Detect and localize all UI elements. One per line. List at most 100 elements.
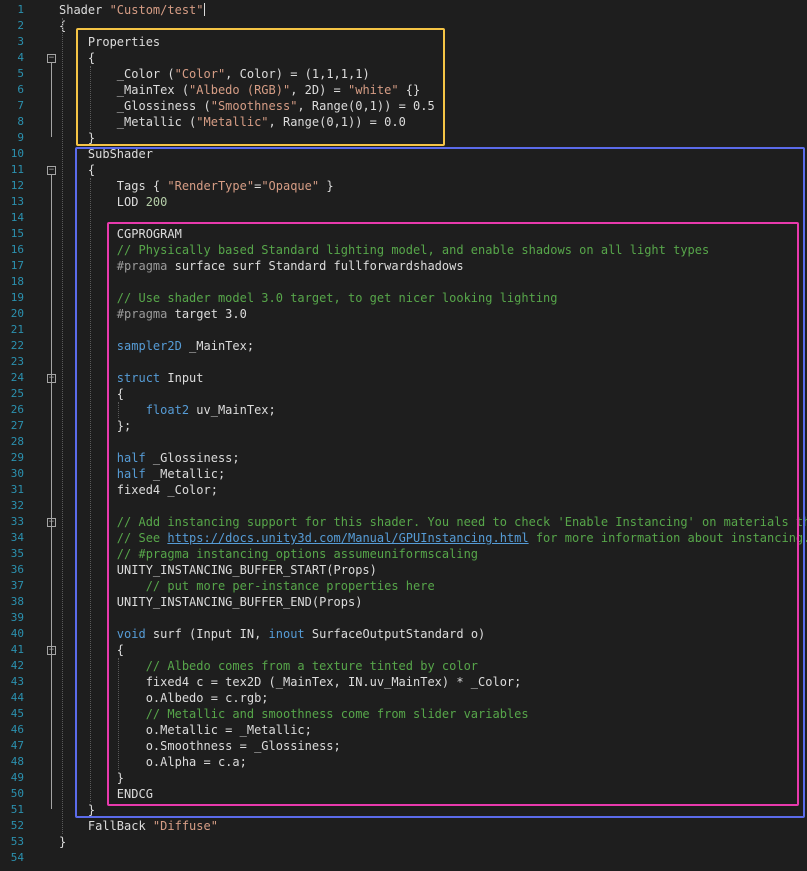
code-line[interactable]: 26 float2 uv_MainTex;	[0, 402, 807, 418]
line-code[interactable]: // Physically based Standard lighting mo…	[59, 242, 709, 258]
code-line[interactable]: 54	[0, 850, 807, 866]
code-line[interactable]: 8 _Metallic ("Metallic", Range(0,1)) = 0…	[0, 114, 807, 130]
code-line[interactable]: 53}	[0, 834, 807, 850]
code-line[interactable]: 23	[0, 354, 807, 370]
line-code[interactable]: o.Metallic = _Metallic;	[59, 722, 312, 738]
line-code[interactable]: {	[59, 162, 95, 178]
code-line[interactable]: 43 fixed4 c = tex2D (_MainTex, IN.uv_Mai…	[0, 674, 807, 690]
line-code[interactable]: // See https://docs.unity3d.com/Manual/G…	[59, 530, 807, 546]
line-code[interactable]: half _Glossiness;	[59, 450, 240, 466]
code-line[interactable]: 24 struct Input	[0, 370, 807, 386]
code-line[interactable]: 48 o.Alpha = c.a;	[0, 754, 807, 770]
code-line[interactable]: 5 _Color ("Color", Color) = (1,1,1,1)	[0, 66, 807, 82]
line-code[interactable]: ENDCG	[59, 786, 153, 802]
code-line[interactable]: 42 // Albedo comes from a texture tinted…	[0, 658, 807, 674]
line-code[interactable]: FallBack "Diffuse"	[59, 818, 218, 834]
code-line[interactable]: 52 FallBack "Diffuse"	[0, 818, 807, 834]
line-code[interactable]: _MainTex ("Albedo (RGB)", 2D) = "white" …	[59, 82, 420, 98]
line-code[interactable]: // Add instancing support for this shade…	[59, 514, 807, 530]
code-line[interactable]: 36 UNITY_INSTANCING_BUFFER_START(Props)	[0, 562, 807, 578]
code-line[interactable]: 31 fixed4 _Color;	[0, 482, 807, 498]
code-line[interactable]: 9 }	[0, 130, 807, 146]
code-line[interactable]: 32	[0, 498, 807, 514]
line-code[interactable]: struct Input	[59, 370, 204, 386]
line-code[interactable]: }	[59, 770, 124, 786]
line-code[interactable]: sampler2D _MainTex;	[59, 338, 254, 354]
code-line[interactable]: 21	[0, 322, 807, 338]
code-line[interactable]: 34 // See https://docs.unity3d.com/Manua…	[0, 530, 807, 546]
code-line[interactable]: 44 o.Albedo = c.rgb;	[0, 690, 807, 706]
code-line[interactable]: 39	[0, 610, 807, 626]
code-editor[interactable]: 1 Shader "Custom/test" 2{3 Properties 4 {5 …	[0, 0, 807, 871]
code-line[interactable]: 7 _Glossiness ("Smoothness", Range(0,1))…	[0, 98, 807, 114]
code-line[interactable]: 22 sampler2D _MainTex;	[0, 338, 807, 354]
code-line[interactable]: 25 {	[0, 386, 807, 402]
code-line[interactable]: 11 {	[0, 162, 807, 178]
code-line[interactable]: 38 UNITY_INSTANCING_BUFFER_END(Props)	[0, 594, 807, 610]
code-line[interactable]: 19 // Use shader model 3.0 target, to ge…	[0, 290, 807, 306]
line-code[interactable]: #pragma surface surf Standard fullforwar…	[59, 258, 464, 274]
line-code[interactable]: {	[59, 642, 124, 658]
code-line[interactable]: 15 CGPROGRAM	[0, 226, 807, 242]
code-line[interactable]: 28	[0, 434, 807, 450]
code-line[interactable]: 46 o.Metallic = _Metallic;	[0, 722, 807, 738]
code-line[interactable]: 27 };	[0, 418, 807, 434]
line-code[interactable]: half _Metallic;	[59, 466, 225, 482]
collapse-icon[interactable]: −	[47, 54, 56, 63]
line-code[interactable]: float2 uv_MainTex;	[59, 402, 276, 418]
line-code[interactable]: _Metallic ("Metallic", Range(0,1)) = 0.0	[59, 114, 406, 130]
code-line[interactable]: 17 #pragma surface surf Standard fullfor…	[0, 258, 807, 274]
line-code[interactable]: fixed4 _Color;	[59, 482, 218, 498]
line-code[interactable]: void surf (Input IN, inout SurfaceOutput…	[59, 626, 485, 642]
line-code[interactable]: o.Smoothness = _Glossiness;	[59, 738, 341, 754]
line-code[interactable]: }	[59, 802, 95, 818]
line-code[interactable]: _Color ("Color", Color) = (1,1,1,1)	[59, 66, 370, 82]
code-line[interactable]: 35 // #pragma instancing_options assumeu…	[0, 546, 807, 562]
code-line[interactable]: 50 ENDCG	[0, 786, 807, 802]
code-line[interactable]: 20 #pragma target 3.0	[0, 306, 807, 322]
line-code[interactable]: // put more per-instance properties here	[59, 578, 435, 594]
code-line[interactable]: 10 SubShader	[0, 146, 807, 162]
collapse-icon[interactable]: −	[47, 646, 56, 655]
collapse-icon[interactable]: −	[47, 166, 56, 175]
code-line[interactable]: 29 half _Glossiness;	[0, 450, 807, 466]
collapse-icon[interactable]: −	[47, 374, 56, 383]
code-line[interactable]: 18	[0, 274, 807, 290]
line-code[interactable]: {	[59, 386, 124, 402]
line-code[interactable]: {	[59, 50, 95, 66]
code-line[interactable]: 45 // Metallic and smoothness come from …	[0, 706, 807, 722]
line-code[interactable]: #pragma target 3.0	[59, 306, 247, 322]
code-line[interactable]: 30 half _Metallic;	[0, 466, 807, 482]
code-line[interactable]: 2{	[0, 18, 807, 34]
line-code[interactable]: // #pragma instancing_options assumeunif…	[59, 546, 478, 562]
code-line[interactable]: 6 _MainTex ("Albedo (RGB)", 2D) = "white…	[0, 82, 807, 98]
code-line[interactable]: 40 void surf (Input IN, inout SurfaceOut…	[0, 626, 807, 642]
code-line[interactable]: 49 }	[0, 770, 807, 786]
line-code[interactable]: SubShader	[59, 146, 153, 162]
code-line[interactable]: 12 Tags { "RenderType"="Opaque" }	[0, 178, 807, 194]
code-line[interactable]: 51 }	[0, 802, 807, 818]
collapse-icon[interactable]: −	[47, 518, 56, 527]
line-code[interactable]: // Metallic and smoothness come from sli…	[59, 706, 529, 722]
line-code[interactable]: Shader "Custom/test"	[59, 2, 205, 18]
line-code[interactable]: o.Alpha = c.a;	[59, 754, 247, 770]
line-code[interactable]: _Glossiness ("Smoothness", Range(0,1)) =…	[59, 98, 435, 114]
code-line[interactable]: 14	[0, 210, 807, 226]
line-code[interactable]: CGPROGRAM	[59, 226, 182, 242]
code-line[interactable]: 3 Properties	[0, 34, 807, 50]
url-link[interactable]: https://docs.unity3d.com/Manual/GPUInsta…	[167, 531, 528, 545]
line-code[interactable]: LOD 200	[59, 194, 168, 210]
line-code[interactable]: Properties	[59, 34, 160, 50]
code-line[interactable]: 1 Shader "Custom/test"	[0, 2, 807, 18]
line-code[interactable]: UNITY_INSTANCING_BUFFER_START(Props)	[59, 562, 377, 578]
line-code[interactable]: // Use shader model 3.0 target, to get n…	[59, 290, 558, 306]
code-line[interactable]: 37 // put more per-instance properties h…	[0, 578, 807, 594]
code-line[interactable]: 41 {	[0, 642, 807, 658]
line-code[interactable]: };	[59, 418, 131, 434]
line-code[interactable]: fixed4 c = tex2D (_MainTex, IN.uv_MainTe…	[59, 674, 522, 690]
line-code[interactable]: UNITY_INSTANCING_BUFFER_END(Props)	[59, 594, 363, 610]
code-line[interactable]: 13 LOD 200	[0, 194, 807, 210]
line-code[interactable]: // Albedo comes from a texture tinted by…	[59, 658, 478, 674]
line-code[interactable]: }	[59, 834, 66, 850]
code-line[interactable]: 47 o.Smoothness = _Glossiness;	[0, 738, 807, 754]
